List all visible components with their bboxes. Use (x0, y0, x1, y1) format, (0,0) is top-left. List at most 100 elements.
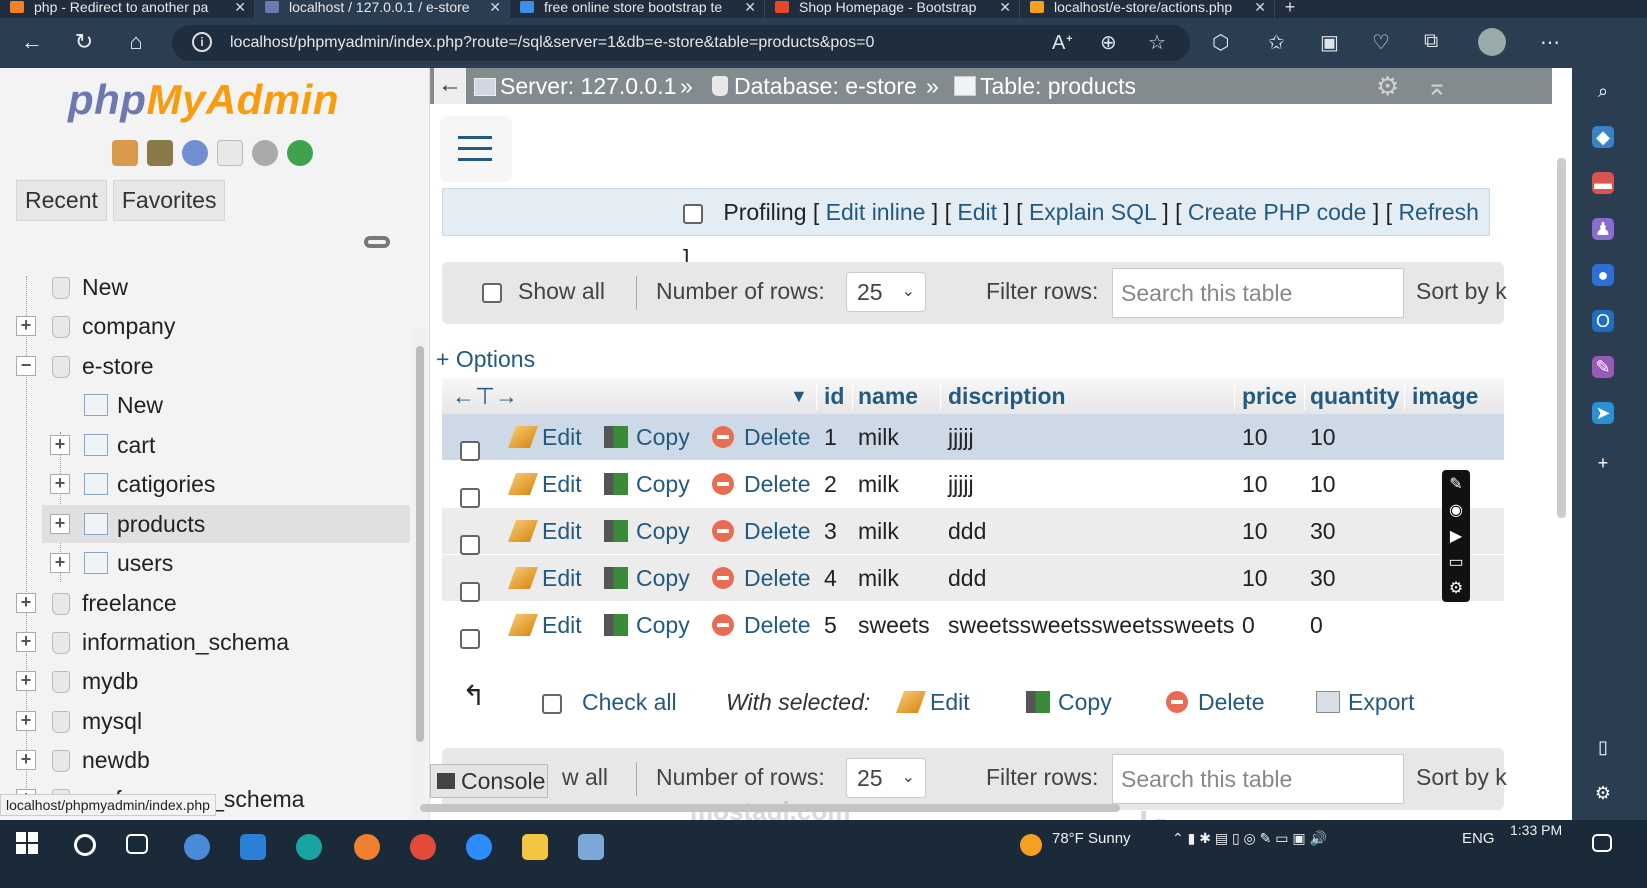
row-delete-link[interactable]: Delete (712, 414, 810, 460)
bulk-copy-button[interactable]: Copy (1026, 682, 1112, 722)
clock[interactable]: 1:33 PM (1510, 822, 1562, 838)
row-edit-link[interactable]: Edit (507, 602, 582, 648)
bulk-edit-button[interactable]: Edit (895, 682, 970, 722)
expand-icon[interactable]: + (16, 632, 36, 652)
phpmyadmin-logo[interactable]: phpMyAdmin (68, 76, 339, 124)
info-icon[interactable]: i (192, 32, 212, 52)
window-icon[interactable]: ▭ (1442, 552, 1470, 572)
close-tab-icon[interactable]: ✕ (1254, 0, 1266, 14)
close-tab-icon[interactable]: ✕ (489, 0, 501, 14)
weather-text[interactable]: 78°F Sunny (1052, 830, 1131, 847)
app-icon[interactable] (578, 834, 604, 860)
performance-icon[interactable]: ♡ (1372, 30, 1390, 55)
extensions-icon[interactable]: ⬡ (1212, 30, 1229, 55)
reload-icon[interactable]: ↻ (70, 28, 98, 56)
search-icon[interactable] (74, 834, 96, 856)
url-text[interactable]: localhost/phpmyadmin/index.php?route=/sq… (230, 34, 874, 52)
edge-app-icon[interactable] (296, 834, 322, 860)
row-delete-link[interactable]: Delete (712, 555, 810, 601)
firefox-icon[interactable] (354, 834, 380, 860)
tree-item-table[interactable]: + cart (0, 426, 410, 464)
notifications-icon[interactable] (1592, 834, 1612, 852)
settings-icon[interactable]: ⚙ (1592, 782, 1614, 804)
nav-scrollbar-thumb[interactable] (416, 346, 424, 742)
video-icon[interactable]: ▶ (1442, 526, 1470, 546)
row-delete-link[interactable]: Delete (712, 602, 810, 648)
explain-sql-link[interactable]: Explain SQL (1029, 199, 1156, 225)
tree-item-table[interactable]: + users (0, 544, 410, 582)
horizontal-scrollbar[interactable] (420, 804, 1120, 812)
sort-triangle-icon[interactable]: ▼ (790, 378, 808, 414)
column-name[interactable]: name (858, 378, 918, 414)
add-icon[interactable]: + (1592, 452, 1614, 474)
expand-icon[interactable]: + (50, 435, 70, 455)
docs-icon[interactable] (217, 140, 243, 166)
search-icon[interactable]: ⌕ (1592, 80, 1614, 102)
tree-item-db[interactable]: + information_schema (0, 623, 410, 661)
expand-icon[interactable]: + (50, 553, 70, 573)
close-tab-icon[interactable]: ✕ (744, 0, 756, 14)
designer-icon[interactable]: ✎ (1592, 356, 1614, 378)
expand-icon[interactable]: + (16, 316, 36, 336)
table-row[interactable]: Edit Copy Delete 5 sweets sweetssweetssweetss… (442, 602, 1504, 649)
check-all-checkbox[interactable] (542, 693, 562, 714)
games-icon[interactable]: ♟ (1592, 218, 1614, 240)
tree-item-db[interactable]: + company (0, 307, 410, 345)
tree-item-db[interactable]: + mysql (0, 702, 410, 740)
row-edit-link[interactable]: Edit (507, 508, 582, 554)
bulk-export-button[interactable]: Export (1316, 682, 1414, 722)
share-icon[interactable]: ⧉ (1424, 30, 1438, 53)
profiling-checkbox[interactable] (683, 203, 703, 224)
row-copy-link[interactable]: Copy (604, 508, 690, 554)
task-view-icon[interactable] (126, 834, 148, 854)
options-link[interactable]: + Options (436, 346, 535, 373)
filter-rows-input[interactable]: Search this table (1112, 754, 1404, 804)
expand-icon[interactable]: + (16, 711, 36, 731)
browser-tab[interactable]: Shop Homepage - Bootstrap ✕ (765, 0, 1020, 18)
create-php-code-link[interactable]: Create PHP code (1188, 199, 1367, 225)
tools-icon[interactable]: ▬ (1592, 172, 1614, 194)
gear-icon[interactable] (252, 140, 278, 166)
row-edit-link[interactable]: Edit (507, 555, 582, 601)
reload-icon[interactable] (287, 140, 313, 166)
favorites-icon[interactable]: ✩ (1268, 30, 1285, 55)
tree-item-db[interactable]: + freelance (0, 584, 410, 622)
zoom-icon[interactable]: ⊕ (1100, 30, 1117, 55)
vscode-icon[interactable] (240, 834, 266, 860)
row-checkbox[interactable] (460, 614, 480, 660)
column-discription[interactable]: discription (948, 378, 1066, 414)
row-copy-link[interactable]: Copy (604, 602, 690, 648)
filter-rows-input[interactable]: Search this table (1112, 268, 1404, 318)
breadcrumb-table[interactable]: Table: products (954, 68, 1136, 104)
main-scrollbar[interactable] (1557, 158, 1566, 518)
windows-start-icon[interactable] (16, 832, 38, 854)
tree-item-new-table[interactable]: New (0, 386, 410, 424)
expand-icon[interactable]: + (50, 474, 70, 494)
menu-button[interactable] (440, 116, 512, 182)
breadcrumb-database[interactable]: Database: e-store (712, 68, 917, 104)
browser-tab[interactable]: localhost/e-store/actions.php ✕ (1020, 0, 1275, 18)
tree-item-table[interactable]: + catigories (0, 465, 410, 503)
console-button[interactable]: Console (430, 764, 548, 798)
pen-icon[interactable]: ✎ (1442, 474, 1470, 494)
browser-tab[interactable]: free online store bootstrap te ✕ (510, 0, 765, 18)
edge-icon[interactable] (184, 834, 210, 860)
gear-icon[interactable]: ⚙ (1376, 68, 1399, 104)
check-all-link[interactable]: Check all (582, 682, 677, 722)
column-price[interactable]: price (1242, 378, 1297, 414)
zoom-icon[interactable] (466, 834, 492, 860)
office-icon[interactable]: ● (1592, 264, 1614, 286)
row-copy-link[interactable]: Copy (604, 555, 690, 601)
browser-tab[interactable]: php - Redirect to another pa ✕ (0, 0, 255, 18)
profile-avatar[interactable] (1478, 28, 1506, 56)
file-explorer-icon[interactable] (522, 834, 548, 860)
column-id[interactable]: id (824, 378, 844, 414)
column-arrows-icon[interactable]: ←⊤→ (452, 378, 518, 414)
edit-link[interactable]: Edit (957, 199, 997, 225)
row-edit-link[interactable]: Edit (507, 414, 582, 460)
logout-icon[interactable] (147, 140, 173, 166)
collapse-nav-icon[interactable]: ← (434, 68, 466, 104)
outlook-icon[interactable]: O (1592, 310, 1614, 332)
tree-item-table-selected[interactable]: + products (42, 505, 410, 543)
close-tab-icon[interactable]: ✕ (999, 0, 1011, 14)
